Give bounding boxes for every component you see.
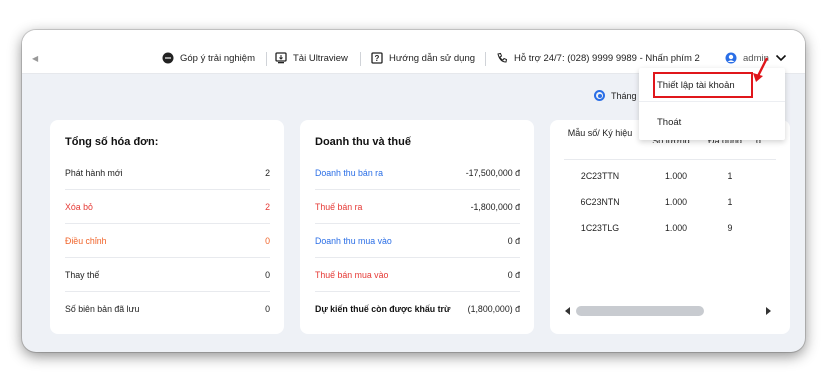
stat-value: 2 xyxy=(265,167,270,178)
feedback-link[interactable]: Góp ý trải nghiệm xyxy=(162,52,255,64)
radio-selected-icon xyxy=(594,90,605,101)
stat-value: 2 xyxy=(265,201,270,212)
stat-value: (1,800,000) đ xyxy=(467,304,520,314)
table-cell: 2C23TTN xyxy=(580,171,620,181)
stat-value: 0 đ xyxy=(507,235,520,246)
stat-label: Xóa bỏ xyxy=(65,201,93,212)
stat-label: Thuế bán mua vào xyxy=(315,269,389,280)
help-icon: ? xyxy=(371,52,383,64)
invoice-template-card: Mẫu số/ Ký hiệu Số lượng Đã dùng đ 2C23T… xyxy=(550,120,790,334)
scroll-left-icon[interactable] xyxy=(564,307,572,315)
table-cell: 1.000 xyxy=(664,171,687,181)
table-cell: 1 xyxy=(727,171,733,181)
avatar-icon xyxy=(725,52,737,64)
stat-row: Thay thế 0 xyxy=(65,258,270,292)
stat-value: -17,500,000 đ xyxy=(465,167,520,178)
app-window: ◀ Góp ý trải nghiệm Tải Ultraview ? Hướn… xyxy=(22,30,805,352)
table-cell: 1 xyxy=(727,197,733,207)
stat-row[interactable]: Xóa bỏ 2 xyxy=(65,190,270,224)
stat-value: 0 xyxy=(265,235,270,246)
stat-value: 0 xyxy=(265,269,270,280)
ultraview-label: Tải Ultraview xyxy=(293,52,348,64)
table-cell: 1.000 xyxy=(664,197,687,207)
divider xyxy=(564,159,776,160)
divider xyxy=(360,52,361,66)
stat-label: Doanh thu bán ra xyxy=(315,167,383,178)
horizontal-scrollbar[interactable] xyxy=(564,305,774,317)
annotation-arrow-icon xyxy=(753,57,769,82)
chevron-down-icon xyxy=(775,54,786,62)
support-label: Hỗ trợ 24/7: (028) 9999 9989 - Nhấn phím… xyxy=(514,52,700,64)
divider xyxy=(639,101,785,102)
period-radio-month[interactable]: Tháng xyxy=(594,90,637,101)
support-link[interactable]: Hỗ trợ 24/7: (028) 9999 9989 - Nhấn phím… xyxy=(496,52,700,64)
highlight-box xyxy=(653,72,753,98)
collapse-arrow-icon[interactable]: ◀ xyxy=(32,54,38,63)
revenue-tax-card: Doanh thu và thuế Doanh thu bán ra -17,5… xyxy=(300,120,534,334)
stat-label: Thuế bán ra xyxy=(315,201,363,212)
stat-row[interactable]: Doanh thu bán ra -17,500,000 đ xyxy=(315,156,520,190)
window-top-strip xyxy=(22,30,805,44)
ultraview-link[interactable]: Tải Ultraview xyxy=(275,52,348,64)
table-cell: 6C23NTN xyxy=(580,197,620,207)
stat-value: 0 xyxy=(265,304,270,314)
table-cell: 1C23TLG xyxy=(580,223,620,233)
stat-row: Số biên bản đã lưu 0 xyxy=(65,292,270,326)
stat-row[interactable]: Thuế bán mua vào 0 đ xyxy=(315,258,520,292)
card-title: Tổng số hóa đơn: xyxy=(65,136,159,148)
stat-label: Dự kiến thuế còn được khấu trừ xyxy=(315,304,451,314)
column-header: Mẫu số/ Ký hiệu xyxy=(567,128,633,138)
table-cell: 1.000 xyxy=(664,223,687,233)
menu-item-label: Thoát xyxy=(657,116,682,128)
guide-label: Hướng dẫn sử dụng xyxy=(389,52,476,64)
stat-row[interactable]: Thuế bán ra -1,800,000 đ xyxy=(315,190,520,224)
feedback-icon xyxy=(162,52,174,64)
period-label: Tháng xyxy=(611,90,637,101)
stat-label: Thay thế xyxy=(65,269,100,280)
scrollbar-thumb[interactable] xyxy=(576,306,704,316)
menu-item-logout[interactable]: Thoát xyxy=(639,108,785,136)
stat-label: Doanh thu mua vào xyxy=(315,235,392,246)
download-icon xyxy=(275,52,287,64)
phone-icon xyxy=(497,52,508,63)
guide-link[interactable]: ? Hướng dẫn sử dụng xyxy=(371,52,475,64)
card-title: Doanh thu và thuế xyxy=(315,136,411,148)
stat-label: Điều chỉnh xyxy=(65,235,107,246)
divider xyxy=(266,52,267,66)
stat-row: Phát hành mới 2 xyxy=(65,156,270,190)
stat-value: -1,800,000 đ xyxy=(470,201,520,212)
stat-row[interactable]: Điều chỉnh 0 xyxy=(65,224,270,258)
stat-label: Số biên bản đã lưu xyxy=(65,304,140,314)
invoice-summary-card: Tổng số hóa đơn: Phát hành mới 2 Xóa bỏ … xyxy=(50,120,284,334)
scroll-right-icon[interactable] xyxy=(764,307,772,315)
svg-text:?: ? xyxy=(375,54,380,63)
stat-row: Dự kiến thuế còn được khấu trừ (1,800,00… xyxy=(315,292,520,326)
stat-label: Phát hành mới xyxy=(65,167,123,178)
table-cell: 9 xyxy=(727,223,733,233)
divider xyxy=(485,52,486,66)
stat-row[interactable]: Doanh thu mua vào 0 đ xyxy=(315,224,520,258)
feedback-label: Góp ý trải nghiệm xyxy=(180,52,255,64)
stat-value: 0 đ xyxy=(507,269,520,280)
